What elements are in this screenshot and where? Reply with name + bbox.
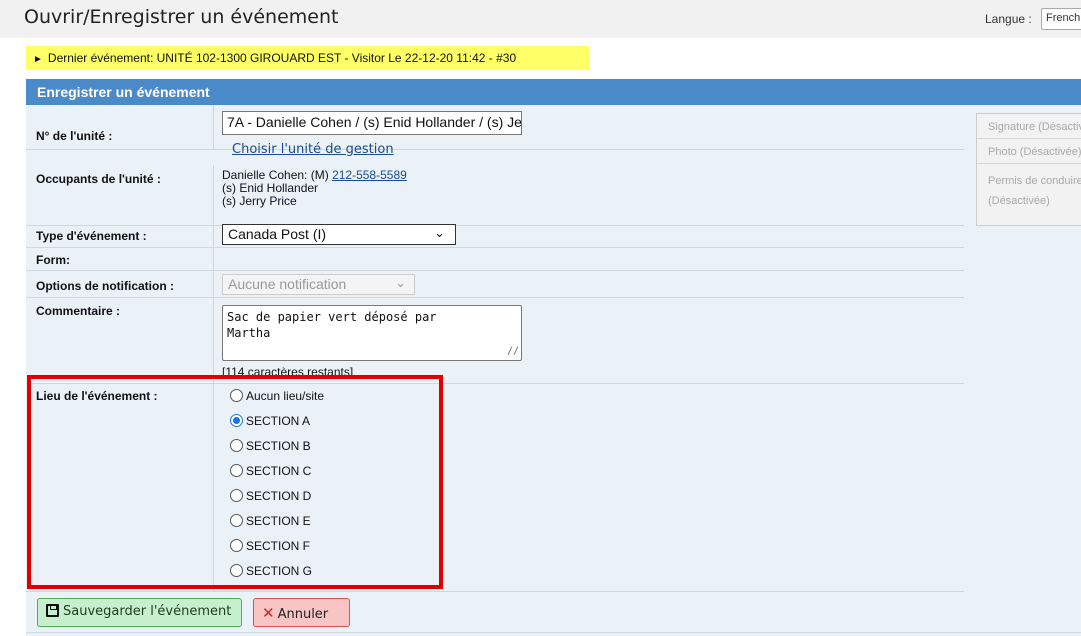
radio-button[interactable]	[230, 489, 243, 502]
unit-input[interactable]: 7A - Danielle Cohen / (s) Enid Hollander…	[222, 111, 522, 135]
drivers-license-label: Permis de conduire	[988, 175, 1081, 187]
location-option[interactable]: SECTION C	[230, 464, 311, 482]
unit-row: N° de l'unité : 7A - Danielle Cohen / (s…	[26, 105, 964, 157]
occupants-row: Occupants de l'unité : Danielle Cohen: (…	[26, 165, 964, 226]
location-option-label: SECTION E	[246, 514, 311, 528]
expand-triangle-icon[interactable]: ►	[33, 54, 43, 65]
unit-value-cell: 7A - Danielle Cohen / (s) Enid Hollander…	[213, 105, 964, 157]
last-event-banner[interactable]: ► Dernier événement: UNITÉ 102-1300 GIROU…	[26, 46, 589, 70]
location-option-label: SECTION A	[246, 414, 311, 428]
chevron-down-icon: ⌄	[395, 275, 406, 290]
notification-row: Options de notification : Aucune notific…	[26, 271, 964, 298]
radio-button[interactable]	[230, 414, 243, 427]
close-icon: ✕	[262, 604, 275, 622]
save-event-button[interactable]: Sauvegarder l'événement	[37, 598, 242, 627]
occupant-1-name: Danielle Cohen: (M)	[222, 168, 329, 182]
event-type-select[interactable]: Canada Post (I) ⌄	[222, 224, 456, 245]
signature-button[interactable]: Signature (Désactivée)	[977, 114, 1081, 139]
location-option-label: Aucun lieu/site	[246, 389, 325, 403]
event-type-value-cell: Canada Post (I) ⌄	[213, 221, 964, 247]
location-option[interactable]: SECTION E	[230, 514, 311, 532]
notification-value: Aucune notification	[228, 276, 347, 292]
notification-label: Options de notification :	[36, 279, 174, 293]
resize-grip-icon[interactable]: ∕∕	[507, 344, 519, 360]
radio-button[interactable]	[230, 389, 243, 402]
save-button-label: Sauvegarder l'événement	[63, 604, 232, 619]
event-type-label: Type d'événement :	[36, 229, 147, 243]
event-form: N° de l'unité : 7A - Danielle Cohen / (s…	[26, 105, 1081, 636]
location-option[interactable]: SECTION G	[230, 564, 312, 582]
characters-remaining: [114 caractères restants]	[222, 365, 354, 377]
comment-label: Commentaire :	[36, 304, 121, 318]
location-row: Lieu de l'événement : Aucun lieu/site SEC…	[26, 384, 964, 592]
drivers-license-status: (Désactivée)	[988, 195, 1050, 207]
language-label: Langue :	[985, 12, 1032, 26]
comment-textarea[interactable]: Sac de papier vert déposé par Martha ∕∕	[222, 305, 522, 361]
occupant-phone-link[interactable]: 212-558-5589	[332, 168, 407, 182]
last-event-text: Dernier événement: UNITÉ 102-1300 GIROUA…	[47, 51, 517, 65]
location-option-label: SECTION C	[246, 464, 312, 478]
notification-select[interactable]: Aucune notification ⌄	[222, 274, 415, 295]
language-select[interactable]: French	[1041, 8, 1081, 30]
choose-management-unit-link[interactable]: Choisir l'unité de gestion	[232, 142, 394, 157]
form-row: Form:	[26, 248, 964, 271]
location-option-label: SECTION B	[246, 439, 311, 453]
capture-side-panel: Signature (Désactivée) Photo (Désactivée…	[976, 113, 1081, 226]
cancel-button[interactable]: ✕ Annuler	[253, 598, 350, 627]
radio-button[interactable]	[230, 514, 243, 527]
comment-value-cell: Sac de papier vert déposé par Martha ∕∕ …	[213, 298, 964, 383]
location-option[interactable]: Aucun lieu/site	[230, 389, 324, 407]
location-option[interactable]: SECTION B	[230, 439, 311, 457]
drivers-license-button[interactable]: Permis de conduire (Désactivée)	[977, 164, 1081, 226]
event-type-row: Type d'événement : Canada Post (I) ⌄	[26, 221, 964, 248]
location-option[interactable]: SECTION F	[230, 539, 310, 557]
occupant-line-3: (s) Jerry Price	[222, 194, 297, 208]
chevron-down-icon: ⌄	[434, 225, 445, 240]
photo-button[interactable]: Photo (Désactivée)	[977, 139, 1081, 164]
form-label: Form:	[36, 253, 70, 267]
location-option[interactable]: SECTION D	[230, 489, 311, 507]
top-bar: Ouvrir/Enregistrer un événement Langue :…	[0, 0, 1081, 38]
location-option-label: SECTION D	[246, 489, 312, 503]
form-bottom-divider	[26, 632, 1081, 633]
radio-button[interactable]	[230, 439, 243, 452]
radio-button[interactable]	[230, 564, 243, 577]
location-option-label: SECTION F	[246, 539, 311, 553]
comment-row: Commentaire : Sac de papier vert déposé …	[26, 298, 964, 384]
page-title: Ouvrir/Enregistrer un événement	[24, 6, 339, 28]
location-value-cell: Aucun lieu/site SECTION A SECTION B SECTION…	[213, 384, 964, 591]
occupants-value-cell: Danielle Cohen: (M) 212-558-5589 (s) Eni…	[213, 165, 964, 225]
form-value-cell	[213, 248, 964, 270]
location-option[interactable]: SECTION A	[230, 414, 310, 432]
event-type-value: Canada Post (I)	[228, 226, 327, 242]
panel-header: Enregistrer un événement	[26, 79, 1081, 105]
floppy-disk-icon	[46, 604, 59, 617]
occupants-list: Danielle Cohen: (M) 212-558-5589 (s) Eni…	[222, 169, 407, 208]
location-option-label: SECTION G	[246, 564, 313, 578]
location-label: Lieu de l'événement :	[36, 389, 158, 403]
radio-button[interactable]	[230, 539, 243, 552]
comment-text: Sac de papier vert déposé par Martha	[227, 310, 437, 340]
unit-label: N° de l'unité :	[36, 129, 113, 143]
cancel-button-label: Annuler	[277, 607, 329, 622]
notification-value-cell: Aucune notification ⌄	[213, 271, 964, 297]
radio-button[interactable]	[230, 464, 243, 477]
occupants-label: Occupants de l'unité :	[36, 172, 161, 186]
